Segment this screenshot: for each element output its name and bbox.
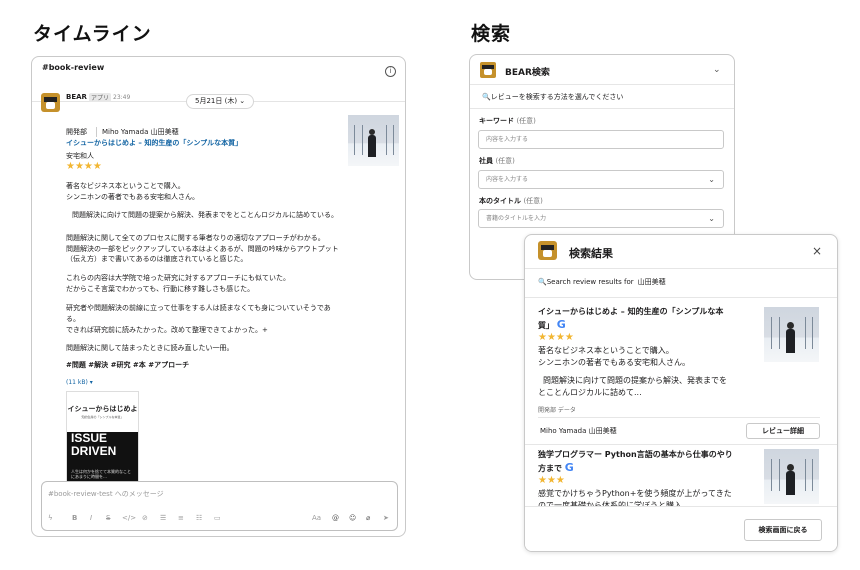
result-reviewer: Miho Yamada 山田美穂 bbox=[540, 427, 617, 435]
reviewer-photo[interactable] bbox=[764, 449, 819, 504]
bot-name[interactable]: BEAR bbox=[66, 93, 87, 101]
review-line: 問題解決に関して全てのプロセスに関する筆者なりの適切なアプローチがわかる。 bbox=[66, 234, 325, 242]
message-time[interactable]: 23:49 bbox=[113, 94, 130, 101]
result-text-line: シンニホンの著者でもある安宅和人さん。 bbox=[538, 358, 690, 367]
rating-stars: ★★★★ bbox=[538, 332, 574, 343]
book-title-link[interactable]: イシューからはじめよ – 知的生産の「シンプルな本質」 bbox=[66, 138, 242, 148]
result-meta: 開発部 データ bbox=[538, 407, 576, 414]
timeline-panel: #book-review i 5月21日 (木) ⌄ BEAR アプリ 23:4… bbox=[31, 56, 406, 537]
rating-stars: ★★★★ bbox=[66, 161, 102, 172]
code-icon[interactable]: </> bbox=[122, 514, 136, 522]
result-book-title[interactable]: 独学プログラマー Python言語の基本から仕事のやり bbox=[538, 449, 733, 461]
italic-icon[interactable]: I bbox=[90, 514, 92, 522]
review-line: だからこそ言葉でわかっても、行動に移す難しさも感じた。 bbox=[66, 285, 255, 293]
hashtags[interactable]: #問題 #解決 #研究 #本 #アプローチ bbox=[66, 360, 189, 370]
results-modal: 検索結果 × 🔍Search review results for 山田美穂 イシ… bbox=[524, 234, 838, 552]
shortcut-icon[interactable]: ϟ bbox=[48, 514, 53, 522]
reviewer-photo[interactable] bbox=[764, 307, 819, 362]
strike-icon[interactable]: S bbox=[106, 514, 110, 522]
bold-icon[interactable]: B bbox=[72, 514, 77, 522]
cover-subtitle: 知的生産の「シンプルな本質」 bbox=[81, 415, 124, 419]
search-icon: 🔍 bbox=[482, 93, 491, 101]
google-icon[interactable]: G bbox=[565, 461, 574, 474]
review-line: シンニホンの著者でもある安宅和人さん。 bbox=[66, 193, 199, 201]
timeline-heading: タイムライン bbox=[33, 23, 152, 45]
bear-avatar bbox=[538, 241, 557, 260]
review-line: る。 bbox=[66, 315, 80, 323]
cover-title: イシューからはじめよ bbox=[67, 405, 138, 413]
divider bbox=[538, 417, 820, 418]
bear-avatar[interactable] bbox=[41, 93, 60, 112]
ordered-list-icon[interactable]: ☰ bbox=[160, 514, 166, 522]
back-to-search-button[interactable]: 検索画面に戻る bbox=[744, 519, 822, 541]
divider bbox=[525, 297, 837, 298]
review-line: 問題解決の一部をピックアップしている本はよくあるが、問題の吟味からアウトプット bbox=[66, 245, 339, 253]
format-icon[interactable]: Aa bbox=[312, 514, 321, 522]
cover-big-text: ISSUE DRIVEN bbox=[71, 431, 117, 458]
message-composer[interactable]: #book-review-test へのメッセージ ϟ B I S </> ⊘ … bbox=[41, 481, 398, 531]
search-panel-title: BEAR検索 bbox=[505, 68, 550, 78]
file-size-toggle[interactable]: (11 kB) ▾ bbox=[66, 379, 93, 386]
review-line: 著名なビジネス本ということで購入。 bbox=[66, 182, 185, 190]
book-author: 安宅和人 bbox=[66, 152, 94, 160]
results-query: 🔍Search review results for 山田美穂 bbox=[538, 278, 666, 286]
result-book-title-cont[interactable]: 方まで G bbox=[538, 462, 574, 475]
divider bbox=[525, 268, 837, 269]
result-text-line: 著名なビジネス本ということで購入。 bbox=[538, 346, 674, 355]
modal-footer: 検索画面に戻る bbox=[525, 506, 837, 551]
result-book-title[interactable]: イシューからはじめよ – 知的生産の「シンプルな本 bbox=[538, 306, 723, 318]
result-text-line: 問題解決に向けて問題の提案から解決、発表までを bbox=[543, 376, 727, 385]
review-line: これらの内容は大学院で培った研究に対するアプローチにも似ていた。 bbox=[66, 274, 290, 282]
bear-avatar bbox=[480, 62, 496, 78]
book-cover-image[interactable]: イシューからはじめよ 知的生産の「シンプルな本質」 ISSUE DRIVEN 人… bbox=[66, 391, 139, 489]
message-input[interactable]: #book-review-test へのメッセージ bbox=[48, 489, 164, 499]
review-line: 問題解決に関して詰まったときに読み直したい一冊。 bbox=[66, 344, 234, 352]
department: 開発部 bbox=[66, 128, 87, 136]
close-icon[interactable]: × bbox=[812, 244, 822, 258]
cover-small-text: 人生は何かを捨てて本質的なことにあまりに時間を… bbox=[71, 469, 131, 479]
divider bbox=[470, 108, 734, 109]
quote-icon[interactable]: ☷ bbox=[196, 514, 202, 522]
chevron-down-icon: ⌄ bbox=[708, 214, 715, 223]
review-line: 問題解決に向けて問題の提案から解決、発表までをとことんロジカルに詰めている。 bbox=[72, 211, 338, 219]
employee-select[interactable]: 内容を入力する ⌄ bbox=[478, 170, 724, 189]
app-badge: アプリ bbox=[89, 93, 112, 102]
attach-icon[interactable]: ⌀ bbox=[366, 514, 370, 522]
book-title-select[interactable]: 書籍のタイトルを入力 ⌄ bbox=[478, 209, 724, 228]
reviewer-photo[interactable] bbox=[348, 115, 399, 166]
review-detail-button[interactable]: レビュー詳細 bbox=[746, 423, 820, 439]
chevron-down-icon: ⌄ bbox=[708, 175, 715, 184]
review-line: できれば研究前に読みたかった。改めて整理できてよかった。+ bbox=[66, 326, 268, 334]
divider bbox=[525, 444, 837, 445]
emoji-icon[interactable]: ☺ bbox=[349, 514, 356, 522]
result-book-title-cont[interactable]: 質」 G bbox=[538, 319, 566, 332]
search-instruction: 🔍レビューを検索する方法を選んでください bbox=[482, 93, 624, 101]
search-heading: 検索 bbox=[471, 23, 512, 45]
divider bbox=[470, 84, 734, 85]
rating-stars: ★★★ bbox=[538, 475, 565, 486]
send-icon[interactable]: ➤ bbox=[383, 514, 389, 522]
keyword-input[interactable]: 内容を入力する bbox=[478, 130, 724, 149]
code-block-icon[interactable]: ▭ bbox=[214, 514, 221, 522]
chevron-down-icon[interactable]: ⌄ bbox=[713, 65, 721, 75]
keyword-label: キーワード (任意) bbox=[479, 117, 536, 125]
result-text-line: とことんロジカルに詰めて... bbox=[538, 388, 642, 397]
review-line: （伝え方）まで書いてあるのは徹底されていると感じた。 bbox=[66, 255, 248, 263]
search-icon: 🔍 bbox=[538, 278, 547, 286]
divider bbox=[96, 127, 97, 137]
results-title: 検索結果 bbox=[569, 247, 613, 260]
date-pill[interactable]: 5月21日 (木) ⌄ bbox=[186, 94, 255, 109]
bullet-list-icon[interactable]: ≡ bbox=[178, 514, 184, 522]
review-line: 研究者や問題解決の前線に立って仕事をする人は読まなくても身についていそうであ bbox=[66, 304, 331, 312]
channel-name[interactable]: #book-review bbox=[42, 63, 104, 72]
employee-label: 社員 (任意) bbox=[479, 157, 515, 165]
reviewer-name: Miho Yamada 山田美穂 bbox=[102, 128, 179, 136]
info-icon[interactable]: i bbox=[385, 66, 396, 77]
book-title-label: 本のタイトル (任意) bbox=[479, 197, 543, 205]
google-icon[interactable]: G bbox=[557, 318, 566, 331]
link-icon[interactable]: ⊘ bbox=[142, 514, 148, 522]
mention-icon[interactable]: @ bbox=[332, 514, 339, 522]
result-text-line: 感覚でかけちゃうPython+を使う頻度が上がってきた bbox=[538, 489, 732, 498]
